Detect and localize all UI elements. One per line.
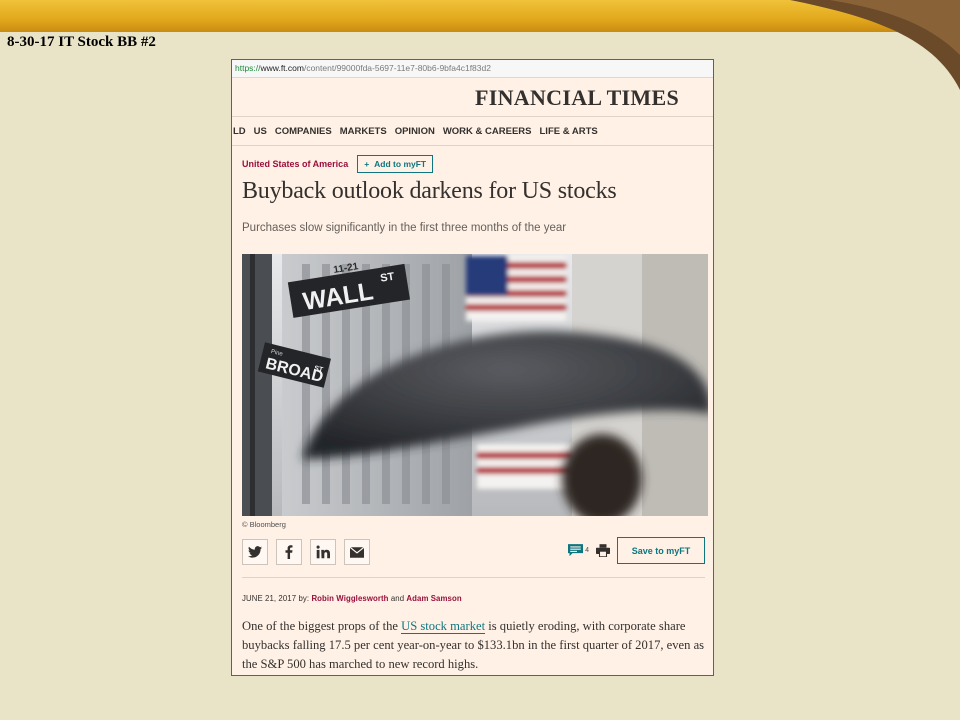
facebook-icon xyxy=(285,545,293,559)
address-bar[interactable]: https://www.ft.com/content/99000fda-5697… xyxy=(232,60,713,78)
byline-and: and xyxy=(390,594,405,603)
masthead: FINANCIAL TIMES xyxy=(232,78,713,117)
add-to-myft-button[interactable]: + Add to myFT xyxy=(357,155,434,173)
topic-row: United States of America + Add to myFT xyxy=(242,154,705,174)
slide-corner-swoosh xyxy=(790,0,960,90)
add-to-myft-label: Add to myFT xyxy=(374,159,427,169)
byline-by: by: xyxy=(298,594,310,603)
share-toolbar: 4 Save to myFT xyxy=(242,537,705,578)
nav-item-life-arts[interactable]: LIFE & ARTS xyxy=(536,126,602,137)
nav-item-work-careers[interactable]: WORK & CAREERS xyxy=(439,126,536,137)
article-body-paragraph: One of the biggest props of the US stock… xyxy=(242,617,705,674)
byline: JUNE 21, 2017 by: Robin Wigglesworth and… xyxy=(242,594,705,603)
nav-item-us[interactable]: US xyxy=(250,126,271,137)
save-to-myft-button[interactable]: Save to myFT xyxy=(617,537,705,564)
comments-button[interactable]: 4 xyxy=(568,544,589,557)
svg-text:ST: ST xyxy=(379,271,395,285)
twitter-icon xyxy=(248,546,262,558)
share-email-button[interactable] xyxy=(344,539,370,565)
comment-count: 4 xyxy=(585,547,589,554)
nav-item-companies[interactable]: COMPANIES xyxy=(271,126,336,137)
print-button[interactable] xyxy=(596,544,610,557)
share-twitter-button[interactable] xyxy=(242,539,268,565)
share-facebook-button[interactable] xyxy=(276,539,302,565)
slide-title: 8-30-17 IT Stock BB #2 xyxy=(7,34,156,50)
image-caption: © Bloomberg xyxy=(242,520,286,529)
email-icon xyxy=(350,546,364,558)
url-path: /content/99000fda-5697-11e7-80b6-9bfa4c1… xyxy=(303,63,491,73)
url-protocol: https:// xyxy=(235,63,261,73)
nav-item-markets[interactable]: MARKETS xyxy=(336,126,391,137)
nav-item-opinion[interactable]: OPINION xyxy=(391,126,439,137)
article: United States of America + Add to myFT B… xyxy=(232,154,713,674)
article-actions: 4 Save to myFT xyxy=(568,537,705,564)
author-link-2[interactable]: Adam Samson xyxy=(406,594,461,603)
share-linkedin-button[interactable] xyxy=(310,539,336,565)
article-headline: Buyback outlook darkens for US stocks xyxy=(242,178,617,204)
linkedin-icon xyxy=(316,545,330,559)
us-stock-market-link[interactable]: US stock market xyxy=(401,619,486,634)
article-standfirst: Purchases slow significantly in the firs… xyxy=(242,222,567,234)
hero-image: WALL ST 11-21 BROAD ST Pine xyxy=(242,254,708,516)
topic-tag[interactable]: United States of America xyxy=(242,159,348,169)
comment-icon xyxy=(568,544,584,557)
ft-article-screenshot: https://www.ft.com/content/99000fda-5697… xyxy=(231,59,714,676)
publish-date: JUNE 21, 2017 xyxy=(242,594,297,603)
wall-street-photo: WALL ST 11-21 BROAD ST Pine xyxy=(242,254,708,516)
plus-icon: + xyxy=(364,159,370,169)
print-icon xyxy=(596,544,610,557)
nav-item-world[interactable]: LD xyxy=(232,126,250,137)
ft-logo[interactable]: FINANCIAL TIMES xyxy=(475,85,679,111)
body-text-start: One of the biggest props of the xyxy=(242,619,402,633)
author-link-1[interactable]: Robin Wigglesworth xyxy=(311,594,388,603)
main-nav: LD US COMPANIES MARKETS OPINION WORK & C… xyxy=(232,117,713,146)
url-domain: www.ft.com xyxy=(260,63,304,73)
